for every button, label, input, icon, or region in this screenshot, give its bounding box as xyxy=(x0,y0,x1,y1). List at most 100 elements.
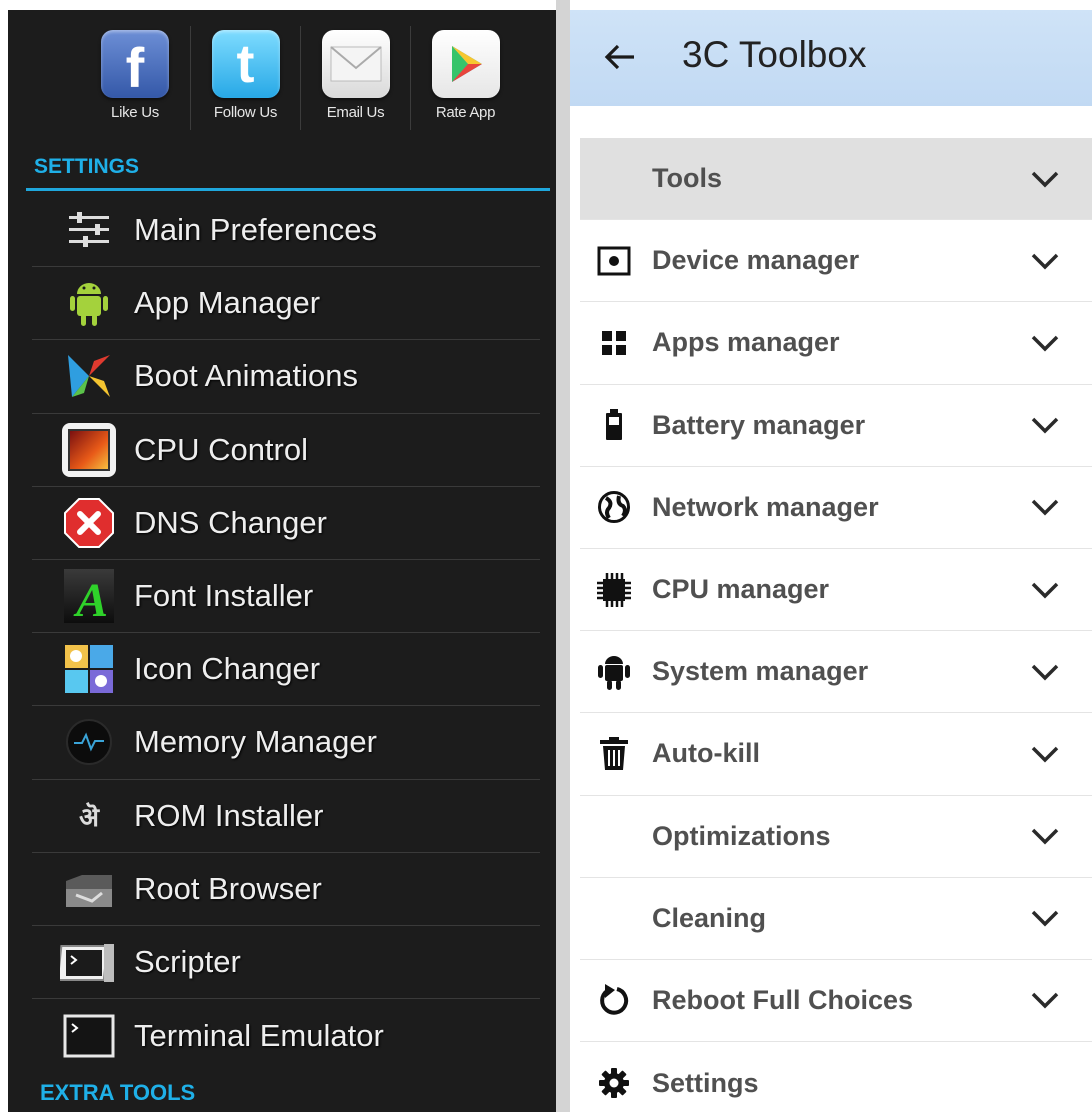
row-battery-manager[interactable]: Battery manager xyxy=(580,385,1092,467)
menu-item-dns-changer[interactable]: DNS Changer xyxy=(32,487,540,560)
menu-label: Icon Changer xyxy=(134,651,321,687)
chevron-down-icon xyxy=(1031,500,1059,516)
menu-item-icon-changer[interactable]: Icon Changer xyxy=(32,633,540,707)
menu-item-terminal-emulator[interactable]: Terminal Emulator xyxy=(32,999,540,1072)
row-label: Device manager xyxy=(652,245,860,276)
terminal-icon xyxy=(60,1007,118,1065)
row-network-manager[interactable]: Network manager xyxy=(580,467,1092,549)
row-label: System manager xyxy=(652,656,869,687)
cpu-control-icon xyxy=(60,421,118,479)
menu-item-scripter[interactable]: Scripter xyxy=(32,926,540,1000)
chevron-down-icon xyxy=(1031,993,1059,1009)
twitter-icon: t xyxy=(211,30,280,98)
back-arrow-icon[interactable] xyxy=(604,43,636,71)
dns-changer-icon xyxy=(60,494,118,552)
row-cpu-manager[interactable]: CPU manager xyxy=(580,549,1092,632)
row-optimizations[interactable]: Optimizations xyxy=(580,796,1092,878)
gear-icon xyxy=(594,1063,634,1103)
menu-item-memory-manager[interactable]: Memory Manager xyxy=(32,706,540,780)
trash-icon xyxy=(594,734,634,774)
scripter-icon xyxy=(60,933,118,991)
menu-label: Scripter xyxy=(134,943,241,979)
email-icon xyxy=(321,30,390,98)
row-device-manager[interactable]: Device manager xyxy=(580,220,1092,303)
menu-item-app-manager[interactable]: App Manager xyxy=(32,267,540,341)
like-us-button[interactable]: f Like Us xyxy=(80,26,190,130)
extra-tools-section-header: EXTRA TOOLS xyxy=(40,1080,196,1105)
chevron-down-icon xyxy=(1031,746,1059,763)
left-panel: f Like Us t Follow Us Email Us Rate App … xyxy=(0,0,564,1112)
row-tools[interactable]: Tools xyxy=(580,138,1092,221)
row-auto-kill[interactable]: Auto-kill xyxy=(580,713,1092,796)
panel-divider xyxy=(556,0,570,1112)
root-browser-icon xyxy=(60,860,118,918)
settings-section-header: SETTINGS xyxy=(34,155,140,178)
email-us-button[interactable]: Email Us xyxy=(300,26,410,130)
rate-app-button[interactable]: Rate App xyxy=(410,26,520,130)
boot-animation-icon xyxy=(60,347,118,405)
section-divider xyxy=(26,188,550,191)
row-settings[interactable]: Settings xyxy=(580,1042,1092,1112)
menu-item-cpu-control[interactable]: CPU Control xyxy=(32,414,540,487)
android-icon xyxy=(60,274,118,332)
row-label: Auto-kill xyxy=(652,738,760,769)
right-panel: 3C Toolbox Tools Device manager Apps man… xyxy=(570,0,1092,1112)
chevron-down-icon xyxy=(1031,664,1059,681)
sliders-icon xyxy=(60,201,118,259)
menu-item-font-installer[interactable]: A Font Installer xyxy=(32,560,540,634)
apps-grid-icon xyxy=(594,323,634,363)
settings-menu: Main Preferences App Manager Boot Animat… xyxy=(32,194,540,1072)
menu-label: ROM Installer xyxy=(134,797,324,833)
menu-label: CPU Control xyxy=(134,431,308,467)
android-icon xyxy=(594,652,634,692)
row-label: CPU manager xyxy=(652,574,830,605)
menu-item-main-preferences[interactable]: Main Preferences xyxy=(32,194,540,268)
row-cleaning[interactable]: Cleaning xyxy=(580,878,1092,960)
row-label: Reboot Full Choices xyxy=(652,984,914,1015)
chevron-down-icon xyxy=(1031,911,1059,927)
row-apps-manager[interactable]: Apps manager xyxy=(580,302,1092,385)
email-us-label: Email Us xyxy=(326,104,385,121)
follow-us-button[interactable]: t Follow Us xyxy=(190,26,300,130)
menu-label: DNS Changer xyxy=(134,504,327,540)
row-reboot-full-choices[interactable]: Reboot Full Choices xyxy=(580,960,1092,1043)
chevron-down-icon xyxy=(1031,171,1059,188)
row-label: Battery manager xyxy=(652,409,866,440)
like-us-label: Like Us xyxy=(111,104,159,121)
menu-label: Font Installer xyxy=(134,578,314,614)
chevron-down-icon xyxy=(1031,335,1059,352)
row-label: Network manager xyxy=(652,491,879,522)
row-label: Cleaning xyxy=(652,902,767,933)
social-bar: f Like Us t Follow Us Email Us Rate App xyxy=(80,26,520,136)
menu-label: Main Preferences xyxy=(134,212,377,248)
menu-item-boot-animations[interactable]: Boot Animations xyxy=(32,340,540,414)
rate-app-label: Rate App xyxy=(435,104,496,121)
chevron-down-icon xyxy=(1031,253,1059,270)
menu-item-root-browser[interactable]: Root Browser xyxy=(32,853,540,926)
font-installer-icon: A xyxy=(60,567,118,627)
globe-icon xyxy=(594,487,634,527)
reboot-icon xyxy=(594,980,634,1020)
chevron-down-icon xyxy=(1031,582,1059,599)
row-label: Settings xyxy=(652,1067,759,1098)
row-system-manager[interactable]: System manager xyxy=(580,631,1092,714)
chevron-down-icon xyxy=(1031,828,1059,845)
menu-label: App Manager xyxy=(134,285,321,321)
menu-item-rom-installer[interactable]: ऄ ROM Installer xyxy=(32,780,540,853)
menu-label: Boot Animations xyxy=(134,358,359,394)
row-label: Tools xyxy=(652,163,722,194)
rom-installer-icon: ऄ xyxy=(79,802,99,833)
device-icon xyxy=(594,241,634,281)
row-label: Optimizations xyxy=(652,820,831,851)
chevron-down-icon xyxy=(1031,417,1059,434)
app-bar: 3C Toolbox xyxy=(570,10,1092,106)
app-title: 3C Toolbox xyxy=(682,34,867,75)
follow-us-label: Follow Us xyxy=(213,104,278,121)
play-store-icon xyxy=(431,30,500,98)
facebook-icon: f xyxy=(101,30,169,99)
chip-icon xyxy=(594,570,634,610)
tool-category-list: Tools Device manager Apps manager Batter… xyxy=(580,138,1092,1112)
menu-label: Memory Manager xyxy=(134,724,377,760)
menu-label: Terminal Emulator xyxy=(134,1017,384,1053)
row-label: Apps manager xyxy=(652,327,840,358)
